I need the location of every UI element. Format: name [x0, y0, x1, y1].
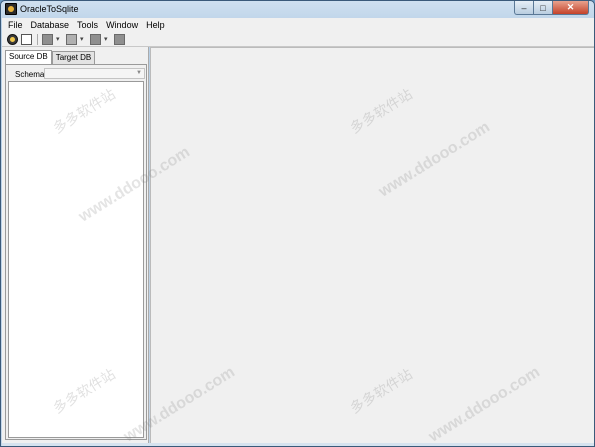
chevron-down-icon[interactable]: ▾: [80, 34, 86, 45]
chevron-down-icon[interactable]: ▾: [56, 34, 62, 45]
minimize-button[interactable]: –: [514, 1, 534, 15]
window-title: OracleToSqlite: [20, 4, 79, 14]
toolbar: ▾ ▾ ▾: [2, 32, 594, 47]
stop-icon[interactable]: [114, 33, 125, 45]
toolbar-separator: [37, 33, 38, 45]
schema-label: Schema: [15, 70, 45, 79]
close-button[interactable]: ✕: [553, 1, 589, 15]
connect-icon[interactable]: [7, 33, 18, 45]
db-tabs: Source DB Target DB: [5, 50, 96, 64]
menu-window[interactable]: Window: [106, 20, 138, 30]
menu-help[interactable]: Help: [146, 20, 165, 30]
grid-icon[interactable]: [90, 33, 101, 45]
title-bar[interactable]: OracleToSqlite – □ ✕: [1, 1, 594, 18]
menu-database[interactable]: Database: [31, 20, 70, 30]
menu-tools[interactable]: Tools: [77, 20, 98, 30]
chevron-down-icon[interactable]: ▾: [104, 34, 110, 45]
window-controls: – □ ✕: [514, 1, 589, 15]
document-icon[interactable]: [21, 33, 32, 45]
database-icon[interactable]: [42, 33, 53, 45]
table-icon[interactable]: [66, 33, 77, 45]
app-window: OracleToSqlite – □ ✕ File Database Tools…: [0, 0, 595, 447]
menu-bar: File Database Tools Window Help: [2, 18, 594, 32]
maximize-button[interactable]: □: [534, 1, 553, 15]
tab-source-db[interactable]: Source DB: [5, 50, 52, 64]
tab-target-db[interactable]: Target DB: [51, 51, 96, 64]
menu-file[interactable]: File: [8, 20, 23, 30]
chevron-down-icon[interactable]: ▼: [136, 70, 142, 76]
schema-select[interactable]: ▼: [44, 68, 145, 79]
app-icon[interactable]: [5, 3, 17, 15]
status-bar: [2, 443, 594, 446]
